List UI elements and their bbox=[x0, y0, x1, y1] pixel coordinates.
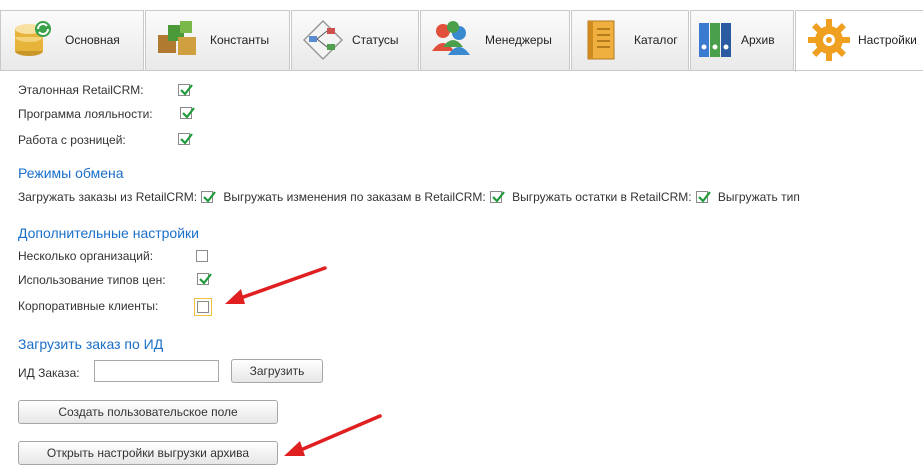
tab-bar: Основная Константы Статусы Менеджеры Кат… bbox=[0, 0, 923, 72]
exchange-modes-title: Режимы обмена bbox=[18, 165, 124, 181]
exchange-upload-changes-checkbox[interactable] bbox=[489, 190, 505, 203]
checkmark-icon bbox=[180, 133, 193, 145]
catalog-icon bbox=[587, 20, 615, 60]
tab-osnovnaya[interactable]: Основная bbox=[0, 10, 144, 70]
annotation-arrow-icon bbox=[284, 414, 382, 456]
load-order-title: Загрузить заказ по ИД bbox=[18, 336, 164, 352]
tab-divider bbox=[0, 70, 923, 71]
exchange-load-orders-checkbox[interactable] bbox=[201, 190, 216, 203]
retail-work-checkbox[interactable] bbox=[178, 133, 193, 145]
checkmark-icon bbox=[182, 107, 195, 119]
retail-work-label: Работа с розницей: bbox=[18, 133, 126, 147]
load-order-button[interactable]: Загрузить bbox=[231, 359, 323, 383]
tab-menedzhery[interactable]: Менеджеры bbox=[420, 10, 570, 70]
tab-label: Основная bbox=[65, 33, 120, 47]
multi-org-checkbox[interactable] bbox=[196, 250, 208, 262]
tab-label: Архив bbox=[741, 33, 775, 47]
exchange-upload-types-label: Выгружать тип bbox=[717, 189, 800, 204]
users-icon bbox=[432, 21, 470, 55]
tab-label: Константы bbox=[210, 33, 270, 47]
corporate-clients-label: Корпоративные клиенты: bbox=[18, 299, 159, 313]
tab-arkhiv[interactable]: Архив bbox=[690, 10, 794, 70]
order-id-label: ИД Заказа: bbox=[18, 366, 80, 380]
tab-katalog[interactable]: Каталог bbox=[571, 10, 689, 70]
price-types-checkbox[interactable] bbox=[197, 273, 212, 285]
tab-label: Менеджеры bbox=[485, 33, 552, 47]
order-id-input[interactable] bbox=[94, 360, 219, 382]
exchange-upload-stock-label: Выгружать остатки в RetailCRM: bbox=[512, 189, 692, 204]
multi-org-label: Несколько организаций: bbox=[18, 249, 154, 263]
exchange-modes-row: Загружать заказы из RetailCRM: Выгружать… bbox=[18, 189, 923, 204]
loyalty-program-label: Программа лояльности: bbox=[18, 107, 153, 121]
exchange-load-orders-label: Загружать заказы из RetailCRM: bbox=[18, 189, 198, 204]
tab-label: Каталог bbox=[634, 33, 678, 47]
tab-konstanty[interactable]: Константы bbox=[145, 10, 290, 70]
tab-label: Статусы bbox=[352, 33, 399, 47]
database-icon bbox=[15, 21, 51, 56]
checkmark-icon bbox=[491, 191, 505, 203]
create-custom-field-button[interactable]: Создать пользовательское поле bbox=[18, 400, 278, 424]
extra-settings-title: Дополнительные настройки bbox=[18, 225, 199, 241]
flowchart-icon bbox=[302, 19, 344, 61]
reference-retailcrm-checkbox[interactable] bbox=[178, 84, 193, 96]
checkmark-icon bbox=[199, 273, 212, 285]
binders-icon bbox=[699, 23, 731, 57]
loyalty-program-checkbox[interactable] bbox=[180, 107, 195, 119]
archive-export-settings-button[interactable]: Открыть настройки выгрузки архива bbox=[18, 441, 278, 465]
exchange-upload-stock-checkbox[interactable] bbox=[695, 190, 711, 203]
annotation-arrow-icon bbox=[225, 266, 327, 304]
gear-icon bbox=[808, 19, 850, 61]
price-types-label: Использование типов цен: bbox=[18, 273, 166, 287]
exchange-upload-changes-label: Выгружать изменения по заказам в RetailC… bbox=[223, 189, 486, 204]
tab-label: Настройки bbox=[858, 33, 917, 47]
checkmark-icon bbox=[180, 84, 193, 96]
reference-retailcrm-label: Эталонная RetailCRM: bbox=[18, 83, 144, 97]
corporate-clients-checkbox[interactable] bbox=[194, 298, 212, 316]
tab-statusy[interactable]: Статусы bbox=[291, 10, 419, 70]
checkmark-icon bbox=[697, 191, 711, 203]
tab-nastroyki[interactable]: Настройки bbox=[795, 10, 923, 72]
checkmark-icon bbox=[203, 191, 216, 203]
blocks-icon bbox=[158, 21, 196, 55]
